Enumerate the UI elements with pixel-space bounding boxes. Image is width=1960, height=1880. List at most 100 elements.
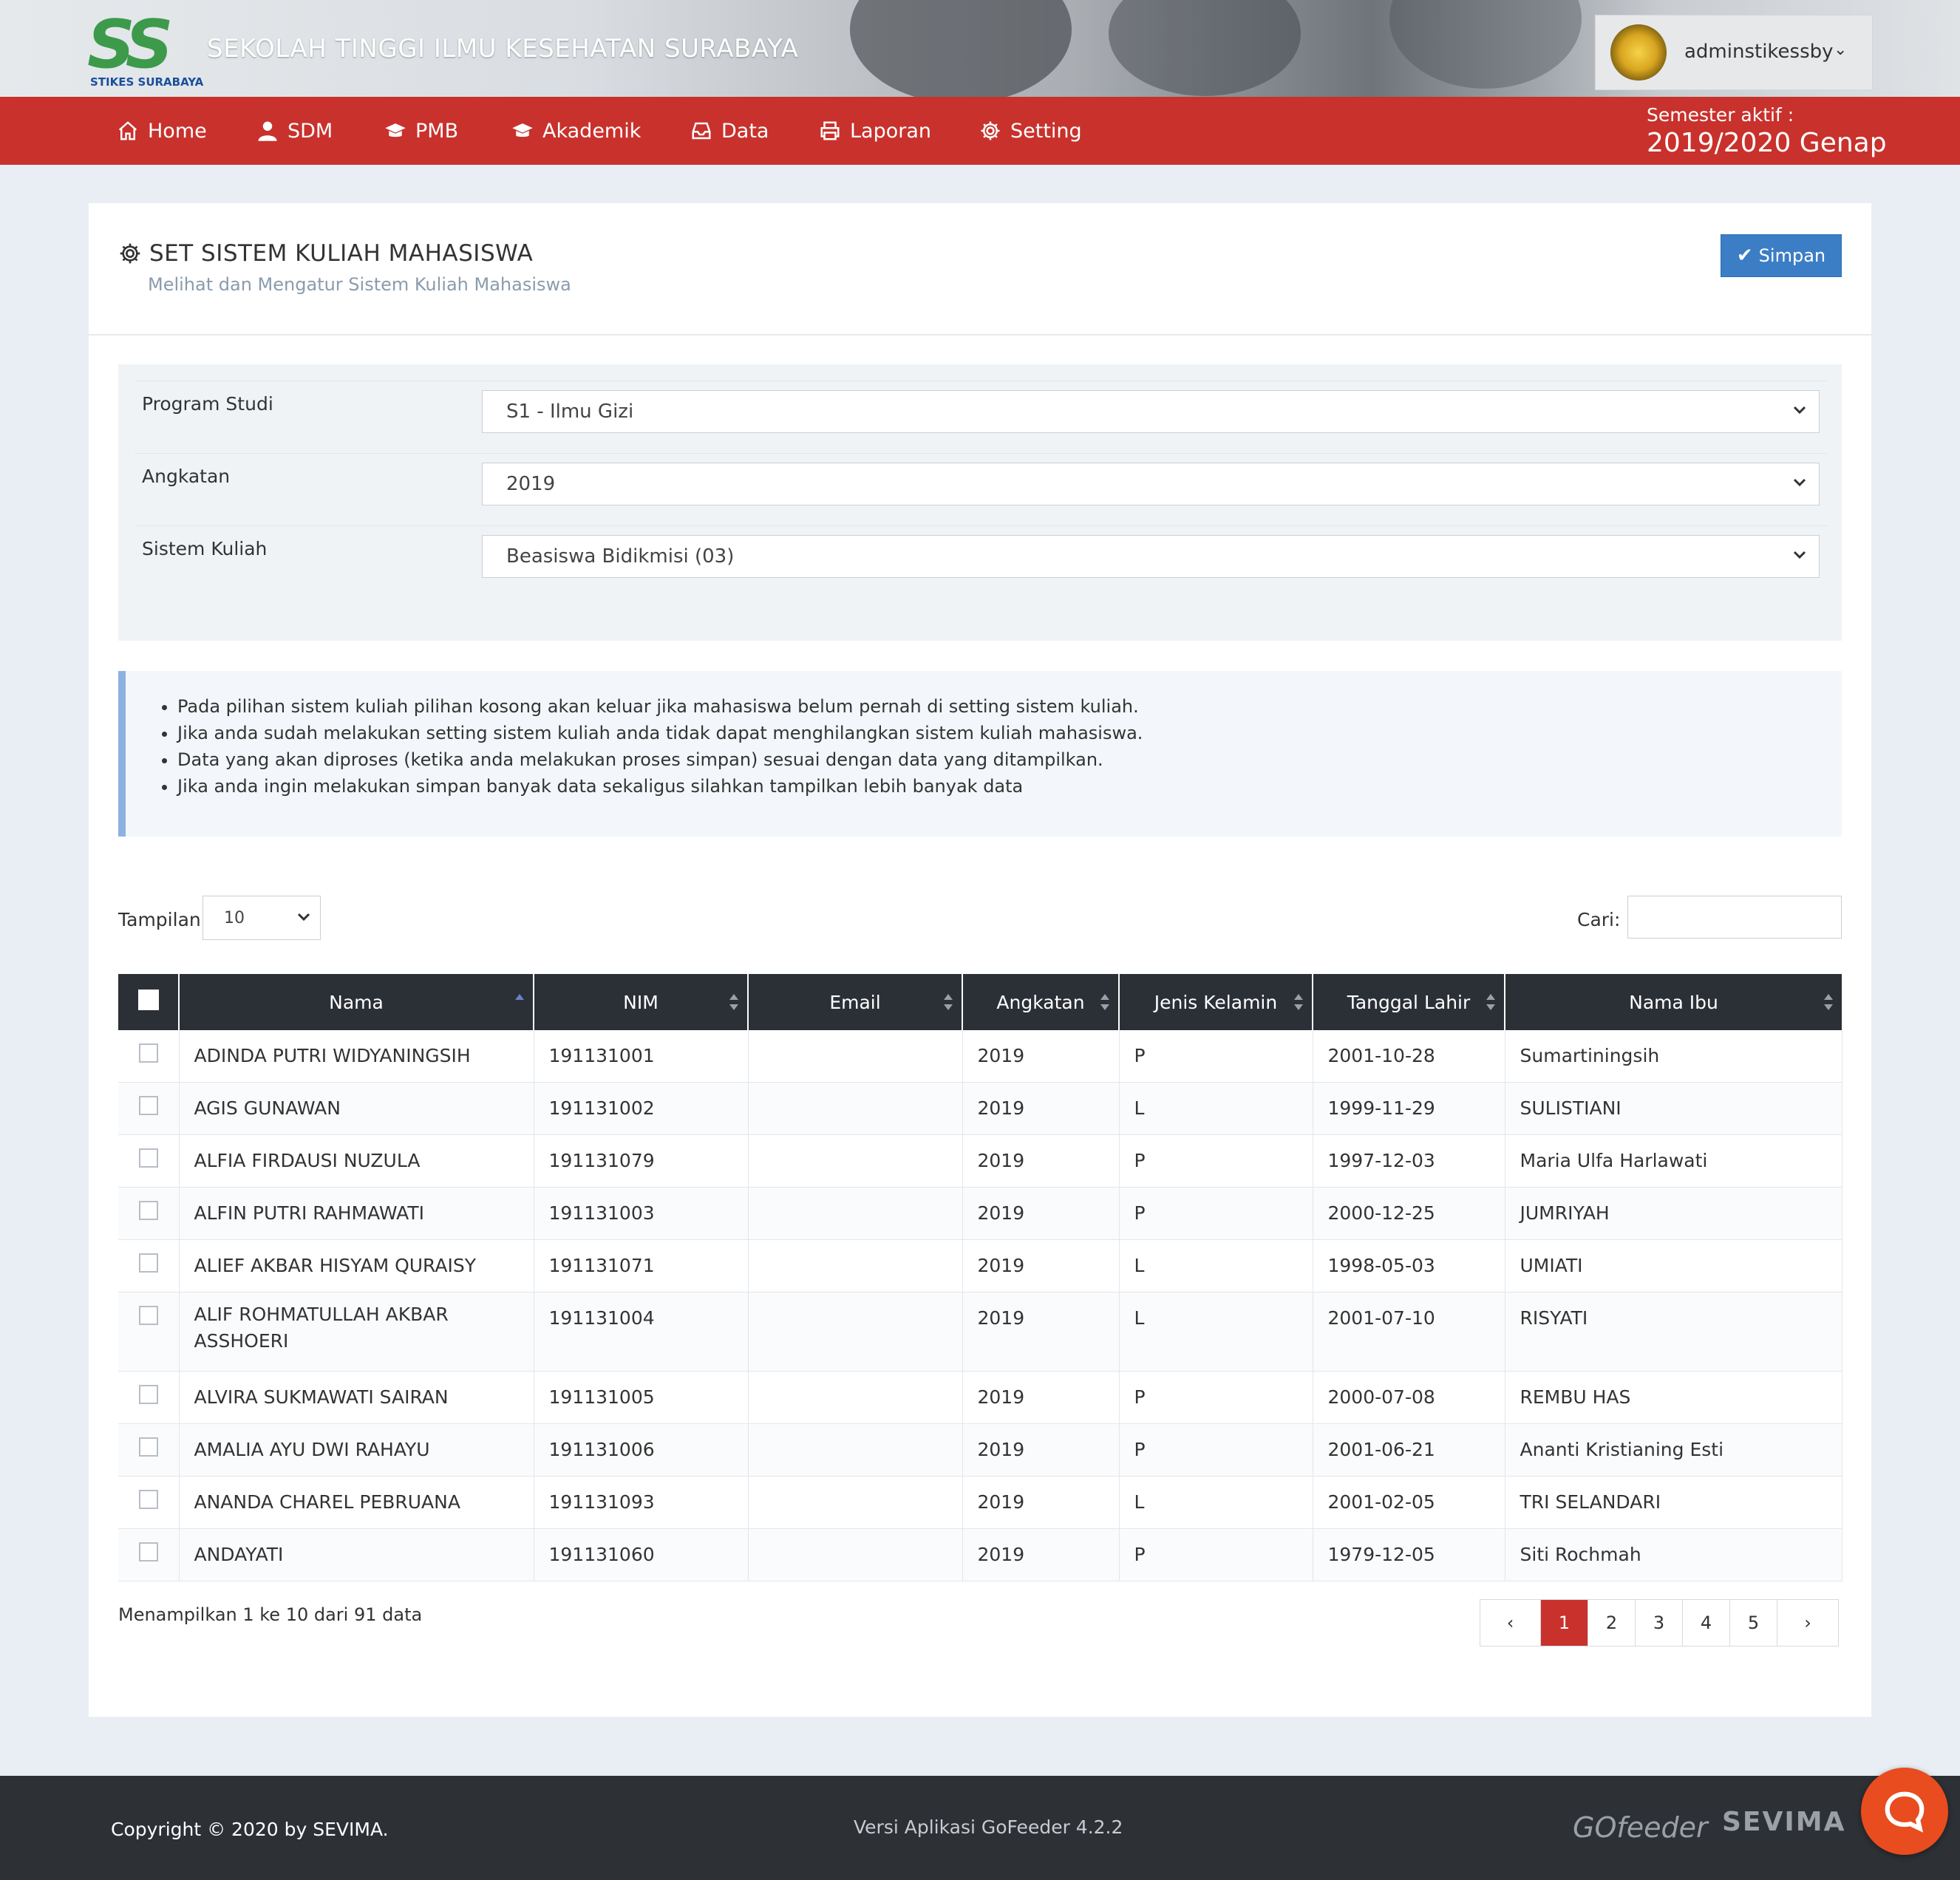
gear-icon [981,121,1000,140]
cell-tanggal-lahir: 2000-12-25 [1313,1187,1505,1240]
nav-item-label: Laporan [850,119,932,143]
program-studi-select[interactable]: S1 - Ilmu Gizi [482,390,1820,433]
cell-email [748,1187,963,1240]
row-select-cell [118,1030,180,1083]
banner-photo-shape [1109,0,1301,96]
cell-angkatan: 2019 [962,1292,1120,1372]
sort-asc-icon [515,994,524,1000]
table-row: ALFIN PUTRI RAHMAWATI 191131003 2019 P 2… [118,1187,1842,1240]
row-select-cell [118,1476,180,1529]
prev-page-button[interactable]: ‹ [1480,1600,1541,1646]
next-page-button[interactable]: › [1777,1600,1838,1646]
row-checkbox[interactable] [138,1385,158,1404]
cell-tanggal-lahir: 1999-11-29 [1313,1082,1505,1135]
row-checkbox[interactable] [138,1542,158,1561]
row-checkbox[interactable] [138,1201,158,1220]
nav-item-data[interactable]: Data [690,117,769,144]
cell-email [748,1476,963,1529]
page-header: SET SISTEM KULIAH MAHASISWA [118,240,533,267]
sistem-kuliah-select[interactable]: Beasiswa Bidikmisi (03) [482,535,1820,578]
nav-item-sdm[interactable]: SDM [256,117,333,144]
page-length-select[interactable]: 10 [203,896,321,940]
row-checkbox[interactable] [138,1043,158,1063]
program-studi-value: S1 - Ilmu Gizi [506,401,634,423]
row-select-cell [118,1187,180,1240]
nav-item-laporan[interactable]: Laporan [819,117,931,144]
angkatan-value: 2019 [506,473,556,495]
user-menu[interactable]: adminstikessby ⌄ [1595,15,1873,90]
column-header-tanggal-lahir[interactable]: Tanggal Lahir [1313,974,1505,1030]
check-icon: ✔ [1736,245,1753,267]
chevron-down-icon [1793,406,1806,415]
sort-icon [1100,994,1109,1010]
nav-item-setting[interactable]: Setting [979,117,1082,144]
table-row: ALFIA FIRDAUSI NUZULA 191131079 2019 P 1… [118,1134,1842,1188]
info-item: Pada pilihan sistem kuliah pilihan koson… [177,693,1143,720]
page-button[interactable]: 3 [1636,1600,1683,1646]
search-input[interactable] [1627,896,1842,939]
sevima-logo: SEVIMA [1722,1807,1846,1837]
cell-jenis-kelamin: P [1119,1030,1313,1083]
sort-icon [729,994,738,1010]
sort-icon [1486,994,1495,1010]
cell-nama-ibu: TRI SELANDARI [1505,1476,1842,1529]
nav-item-label: Home [148,119,207,143]
row-checkbox[interactable] [138,1306,158,1325]
column-header-jenis-kelamin[interactable]: Jenis Kelamin [1119,974,1313,1030]
column-header-nama-ibu[interactable]: Nama Ibu [1505,974,1842,1030]
row-checkbox[interactable] [138,1096,158,1115]
cell-nama-ibu: Maria Ulfa Harlawati [1505,1134,1842,1188]
school-logo[interactable]: SS STIKES SURABAYA [87,12,203,89]
students-table: Nama NIM Email Angkatan Jenis Kelamin Ta… [118,974,1842,1581]
cell-nim: 191131060 [534,1528,749,1581]
cell-email [748,1030,963,1083]
row-select-cell [118,1292,180,1372]
info-notice: Pada pilihan sistem kuliah pilihan koson… [118,671,1842,837]
nav-item-akademik[interactable]: Akademik [511,117,641,144]
column-header-nama[interactable]: Nama [179,974,534,1030]
length-label: Tampilan [118,909,201,930]
cell-tanggal-lahir: 2000-07-08 [1313,1371,1505,1424]
row-select-cell [118,1239,180,1292]
cell-nama-ibu: RISYATI [1505,1292,1842,1372]
select-all-checkbox[interactable] [137,990,159,1010]
page-title: SET SISTEM KULIAH MAHASISWA [149,240,534,267]
page-length-value: 10 [224,908,245,927]
page-button[interactable]: 4 [1683,1600,1730,1646]
page-button[interactable]: 1 [1541,1600,1588,1646]
home-icon [118,121,137,140]
row-checkbox[interactable] [138,1253,158,1273]
nav-item-label: PMB [415,119,459,143]
column-header-angkatan[interactable]: Angkatan [962,974,1120,1030]
cell-nama-ibu: UMIATI [1505,1239,1842,1292]
cell-nim: 191131093 [534,1476,749,1529]
cell-angkatan: 2019 [962,1423,1120,1477]
cell-jenis-kelamin: P [1119,1371,1313,1424]
page-button[interactable]: 2 [1588,1600,1636,1646]
top-banner: SS STIKES SURABAYA SEKOLAH TINGGI ILMU K… [0,0,1960,97]
angkatan-select[interactable]: 2019 [482,463,1820,505]
column-header-email[interactable]: Email [748,974,963,1030]
page-button[interactable]: 5 [1730,1600,1777,1646]
column-header-nim[interactable]: NIM [534,974,749,1030]
cell-nama-ibu: SULISTIANI [1505,1082,1842,1135]
cell-nim: 191131005 [534,1371,749,1424]
table-row: ADINDA PUTRI WIDYANINGSIH 191131001 2019… [118,1030,1842,1083]
save-button[interactable]: ✔ Simpan [1721,234,1842,277]
chat-button[interactable] [1861,1768,1948,1855]
row-select-cell [118,1082,180,1135]
cell-angkatan: 2019 [962,1187,1120,1240]
cell-tanggal-lahir: 2001-10-28 [1313,1030,1505,1083]
cell-jenis-kelamin: L [1119,1476,1313,1529]
nav-item-pmb[interactable]: PMB [384,117,458,144]
cell-nama-ibu: JUMRIYAH [1505,1187,1842,1240]
row-checkbox[interactable] [138,1490,158,1509]
cell-angkatan: 2019 [962,1476,1120,1529]
cell-angkatan: 2019 [962,1082,1120,1135]
row-checkbox[interactable] [138,1148,158,1168]
nav-item-home[interactable]: Home [117,117,207,144]
gear-icon [120,243,140,264]
row-checkbox[interactable] [138,1437,158,1457]
inbox-icon [692,122,711,140]
angkatan-label: Angkatan [142,466,231,487]
